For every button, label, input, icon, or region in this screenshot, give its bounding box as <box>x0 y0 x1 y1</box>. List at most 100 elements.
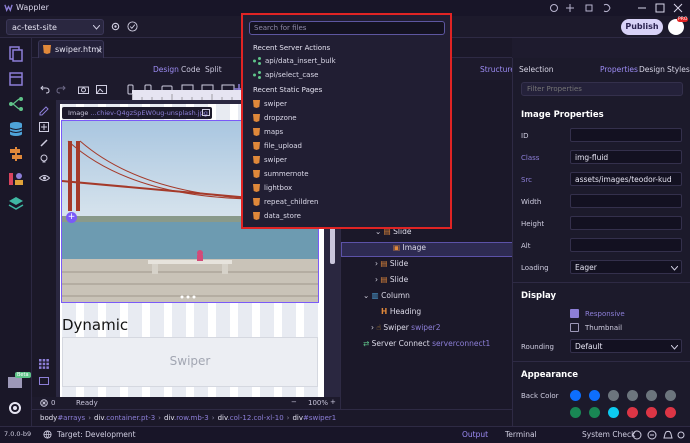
tab-selection[interactable]: Selection <box>519 65 554 74</box>
grid-icon[interactable] <box>39 359 49 369</box>
zoom-in-button[interactable]: + <box>330 398 336 406</box>
color-swatch[interactable] <box>608 390 619 401</box>
breadcrumb-item[interactable]: body#arrays <box>40 414 85 422</box>
recent-page-item[interactable]: maps <box>253 128 283 141</box>
tab-styles[interactable]: Styles <box>667 65 690 74</box>
view-structure[interactable]: Structure <box>480 65 515 74</box>
tab-properties[interactable]: Properties <box>600 65 638 74</box>
system-check-tab[interactable]: System Check <box>582 430 635 439</box>
image-toolbar[interactable]: Image ...chiev-Q4gzSpEW0ug-unsplash.jpg <box>62 107 212 119</box>
outline-icon[interactable] <box>39 377 49 385</box>
view-split[interactable]: Split <box>205 65 222 74</box>
src-field[interactable]: assets/images/teodor-kud <box>570 172 682 186</box>
recent-page-item[interactable]: lightbox <box>253 184 292 197</box>
page-file-icon <box>253 100 260 108</box>
color-swatch[interactable] <box>570 407 581 418</box>
tab-design[interactable]: Design <box>639 65 665 74</box>
server-action-item[interactable]: api/data_insert_bulk <box>253 57 336 70</box>
color-swatch[interactable] <box>627 390 638 401</box>
recent-page-item[interactable]: repeat_children <box>253 198 318 211</box>
color-swatch[interactable] <box>589 407 600 418</box>
edit-icon[interactable] <box>39 106 49 116</box>
view-code[interactable]: Code <box>181 65 200 74</box>
responsive-label: Responsive <box>585 310 625 318</box>
assets-icon[interactable] <box>8 171 24 187</box>
site-settings-gear-icon[interactable] <box>110 21 121 32</box>
editor-status-text: Ready <box>76 399 98 407</box>
settings-gear-icon[interactable] <box>7 400 23 416</box>
filter-properties-input[interactable] <box>521 82 683 96</box>
site-select[interactable]: ac-test-site <box>6 19 104 35</box>
target-select[interactable]: Target: Development <box>57 430 136 439</box>
color-swatch[interactable] <box>646 390 657 401</box>
tree-row-column[interactable]: ⌄ ▥ Column <box>363 291 410 306</box>
preview-eye-icon[interactable] <box>39 174 50 182</box>
dynamic-heading[interactable]: Dynamic <box>62 316 128 334</box>
routes-icon[interactable] <box>8 146 24 162</box>
chevron-down-icon[interactable]: ⌄ <box>363 291 372 300</box>
color-swatch[interactable] <box>665 407 676 418</box>
breadcrumb-item[interactable]: div.row.mb-3 <box>164 414 209 422</box>
add-element-icon[interactable]: + <box>66 212 77 223</box>
workflows-icon[interactable] <box>8 96 24 112</box>
tree-row-image[interactable]: ▣ Image <box>341 242 513 257</box>
output-tab[interactable]: Output <box>462 430 488 439</box>
files-icon[interactable] <box>8 46 24 62</box>
database-icon[interactable] <box>8 121 24 137</box>
recent-page-item[interactable]: data_store <box>253 212 301 225</box>
loading-select[interactable]: Eager <box>570 260 682 274</box>
zoom-level[interactable]: 100% <box>308 399 328 407</box>
recent-page-item[interactable]: dropzone <box>253 114 297 127</box>
view-design[interactable]: Design <box>153 65 179 74</box>
swiper-placeholder[interactable]: Swiper <box>62 337 318 387</box>
pen-icon[interactable] <box>39 138 49 148</box>
page-file-icon <box>253 142 260 150</box>
image-picker-icon[interactable] <box>202 109 210 116</box>
class-field[interactable]: img-fluid <box>570 150 682 164</box>
file-search-input[interactable] <box>249 21 445 35</box>
recent-page-item[interactable]: summernote <box>253 170 309 183</box>
color-swatch[interactable] <box>665 390 676 401</box>
tree-row-slide[interactable]: › ▤ Slide <box>375 275 408 290</box>
color-swatch[interactable] <box>646 407 657 418</box>
color-swatch[interactable] <box>627 407 638 418</box>
color-swatch[interactable] <box>570 390 581 401</box>
rounding-select[interactable]: Default <box>570 339 682 353</box>
server-action-item[interactable]: api/select_case <box>253 71 318 84</box>
redo-icon[interactable] <box>56 85 66 94</box>
column-icon: ▥ <box>371 291 382 300</box>
publish-button[interactable]: Publish <box>621 19 663 35</box>
tree-row-slide[interactable]: › ▤ Slide <box>375 259 408 274</box>
width-field[interactable] <box>570 194 682 208</box>
thumbnail-checkbox[interactable] <box>570 323 579 332</box>
tab-swiper-html[interactable]: swiper.html × <box>38 40 104 58</box>
status-icons[interactable] <box>632 430 686 440</box>
add-icon[interactable] <box>39 122 49 132</box>
terminal-tab[interactable]: Terminal <box>505 430 537 439</box>
tree-row-swiper[interactable]: › ☝ Swiper swiper2 <box>371 323 441 338</box>
responsive-checkbox[interactable] <box>570 309 579 318</box>
breadcrumb-item[interactable]: div#swiper1 <box>292 414 336 422</box>
layers-icon[interactable] <box>8 196 24 212</box>
tree-row-slide[interactable]: ⌄ ▤ Slide <box>375 227 411 242</box>
recent-page-item[interactable]: swiper <box>253 156 287 169</box>
tab-close-icon[interactable]: × <box>96 46 103 55</box>
id-field[interactable] <box>570 128 682 142</box>
breadcrumb-item[interactable]: div.container.pt-3 <box>94 414 155 422</box>
zoom-out-button[interactable]: − <box>291 398 297 406</box>
tree-row-heading[interactable]: H Heading <box>381 307 421 322</box>
screenshot-icon[interactable] <box>78 85 89 94</box>
recent-page-item[interactable]: file_upload <box>253 142 302 155</box>
height-field[interactable] <box>570 216 682 230</box>
lightbulb-icon[interactable] <box>39 154 49 164</box>
breadcrumb-item[interactable]: div.col-12.col-xl-10 <box>218 414 284 422</box>
undo-icon[interactable] <box>40 85 50 94</box>
check-icon[interactable] <box>127 21 138 32</box>
tree-row-server-connect[interactable]: ⇄ Server Connect serverconnect1 <box>363 339 490 354</box>
color-swatch[interactable] <box>608 407 619 418</box>
color-swatch[interactable] <box>589 390 600 401</box>
components-icon[interactable] <box>8 71 24 87</box>
recent-page-item[interactable]: swiper <box>253 100 287 113</box>
image-icon[interactable] <box>96 85 107 94</box>
alt-field[interactable] <box>570 238 682 252</box>
